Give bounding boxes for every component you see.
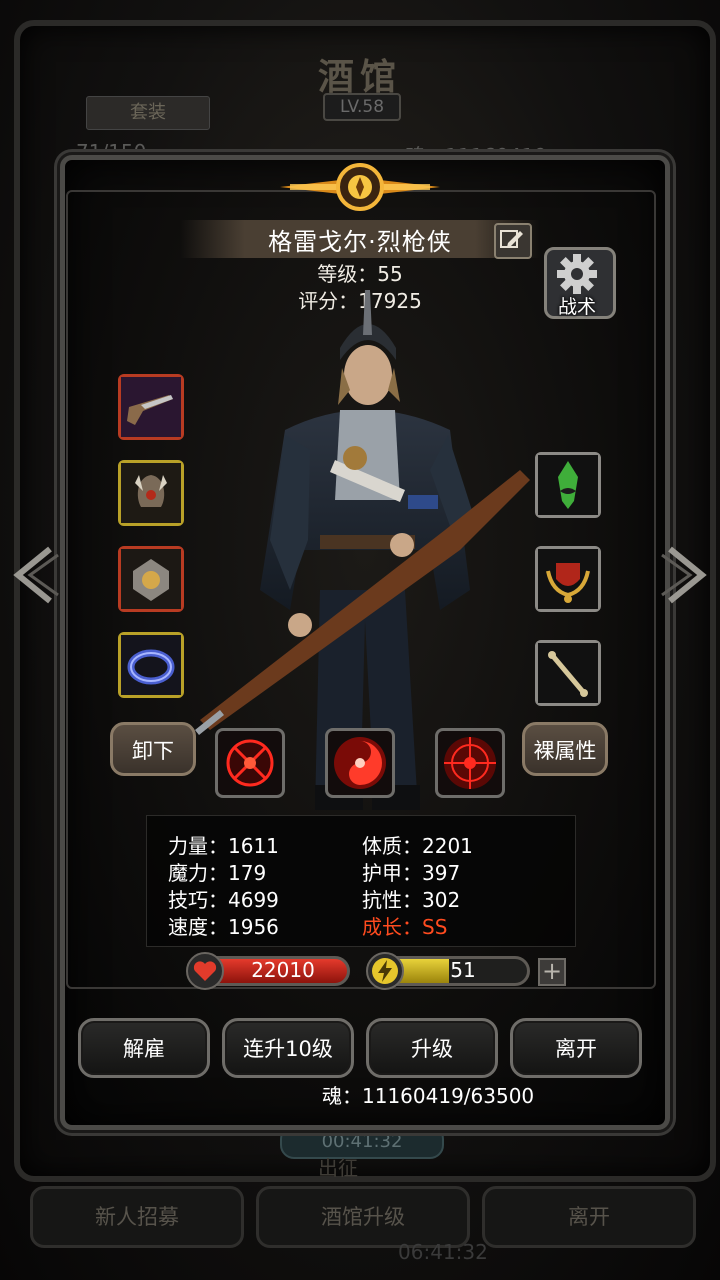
equip-slot-weapon[interactable] [118,374,184,440]
crosshair-skill-icon [226,739,274,787]
skill-slot-2[interactable] [325,728,395,798]
equip-slot-amulet[interactable] [118,546,184,612]
tavern-upgrade-button: 酒馆升级 [256,1186,470,1248]
stat-physique: 体质：2201 [362,834,473,858]
stat-speed: 速度：1956 [168,915,279,939]
stat-strength: 力量：1611 [168,834,279,858]
bottom-timer: 06:41:32 [398,1240,488,1264]
edit-icon [500,230,523,248]
target-skill-icon [444,737,496,789]
ring-icon [121,635,181,695]
rank-emblem-icon [280,163,440,211]
tavern-level-badge: LV.58 [323,93,401,121]
bone-relic-icon [538,643,598,703]
crest-icon [538,549,598,609]
green-crystal-icon [538,455,598,515]
stat-resistance: 抗性：302 [362,888,461,912]
tactics-label: 战术 [557,296,596,318]
skill-slot-3[interactable] [435,728,505,798]
tavern-timer: 00:41:32 [280,1125,444,1159]
stat-growth: 成长：SS [362,915,448,939]
next-hero-arrow-icon[interactable] [660,545,710,605]
swirl-skill-icon [334,737,386,789]
character-name: 格雷戈尔·烈枪侠 [268,228,452,256]
tavern-subtitle: 出征 [318,1156,358,1180]
rename-button[interactable] [494,223,532,259]
leave-button[interactable]: 离开 [510,1018,642,1078]
stat-armor: 护甲：397 [362,861,461,885]
stat-magic: 魔力：179 [168,861,267,885]
equip-slot-relic[interactable] [535,640,601,706]
tavern-leave-button: 离开 [482,1186,696,1248]
unequip-button[interactable]: 卸下 [110,722,196,776]
energy-value: 51 [450,958,476,982]
tab-suit: 套装 [86,96,210,130]
pistol-icon [121,377,181,437]
horned-helmet-icon [121,463,181,523]
soul-cost: 魂：11160419/63500 [322,1084,535,1108]
gem-amulet-icon [121,549,181,609]
dismiss-button[interactable]: 解雇 [78,1018,210,1078]
level-up-button[interactable]: 升级 [366,1018,498,1078]
level-up-10-button[interactable]: 连升10级 [222,1018,354,1078]
hp-value: 22010 [251,958,315,982]
equip-slot-ring[interactable] [118,632,184,698]
equip-slot-crest[interactable] [535,546,601,612]
base-attributes-button[interactable]: 裸属性 [522,722,608,776]
add-energy-button[interactable]: + [538,958,566,986]
equip-slot-helmet[interactable] [118,460,184,526]
skill-slot-1[interactable] [215,728,285,798]
recruit-button: 新人招募 [30,1186,244,1248]
equip-slot-crystal[interactable] [535,452,601,518]
previous-hero-arrow-icon[interactable] [10,545,60,605]
stat-skill: 技巧：4699 [168,888,279,912]
